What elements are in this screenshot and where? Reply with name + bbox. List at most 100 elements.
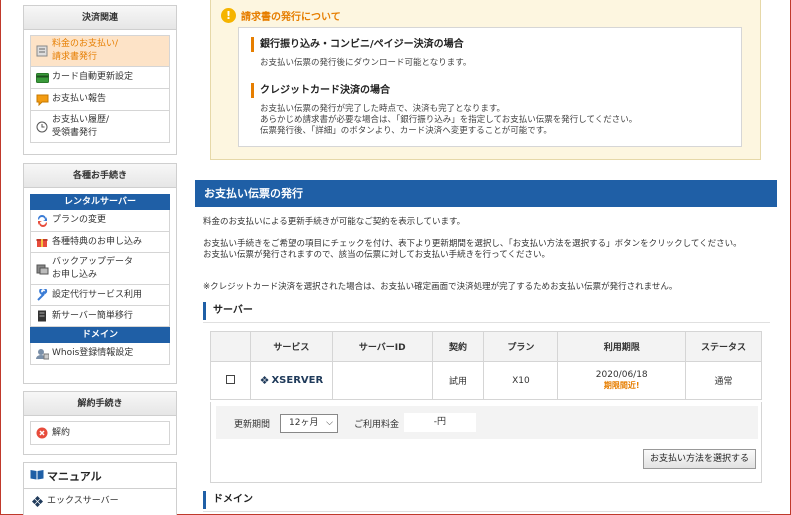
procedures-panel-header: 各種お手続き xyxy=(24,164,176,188)
rental-server-menu: プランの変更 各種特典のお申し込み バックアップデータ お申し込み 設定代行サー… xyxy=(30,210,170,327)
contract-cell: 試用 xyxy=(431,361,485,400)
col-service: サービス xyxy=(249,331,333,362)
sidebar-item-label: 料金のお支払い/ 請求書発行 xyxy=(52,39,119,62)
sidebar-item-backup[interactable]: バックアップデータ お申し込み xyxy=(31,252,169,284)
divider xyxy=(203,322,770,323)
renew-period-value: 12ヶ月 xyxy=(289,418,319,428)
col-status: ステータス xyxy=(685,331,762,362)
gift-icon xyxy=(35,235,49,249)
notice-inner: 銀行振り込み・コンビニ/ペイジー決済の場合 お支払い伝票の発行後にダウンロード可… xyxy=(238,27,742,147)
fee-value: -円 xyxy=(404,413,476,432)
table-header-row: サービス サーバーID 契約 プラン 利用期限 ステータス xyxy=(210,331,762,362)
book-icon xyxy=(30,469,44,483)
server-icon xyxy=(35,309,49,323)
notice-section-heading: 銀行振り込み・コンビニ/ペイジー決済の場合 xyxy=(251,37,471,52)
sidebar-item-cancel[interactable]: 解約 xyxy=(31,422,169,444)
divider xyxy=(203,511,770,512)
sidebar-item-setting-agent[interactable]: 設定代行サービス利用 xyxy=(31,284,169,305)
notice-section-body: お支払い伝票の発行後にダウンロード可能となります。 xyxy=(260,58,472,68)
row-checkbox[interactable] xyxy=(225,374,235,384)
col-expiry: 利用期限 xyxy=(557,331,687,362)
server-section-heading: サーバー xyxy=(203,302,253,320)
procedures-panel: 各種お手続き レンタルサーバー プランの変更 各種特典のお申し込み バックアップ… xyxy=(23,163,177,384)
clock-icon xyxy=(35,120,49,134)
table-row: ❖ XSERVER 試用 X10 2020/06/18 期限間近! 通常 xyxy=(210,361,762,400)
cancel-menu: 解約 xyxy=(30,421,170,445)
cancel-panel: 解約手続き 解約 xyxy=(23,391,177,455)
sidebar-item-label: 設定代行サービス利用 xyxy=(52,289,143,300)
server-table: サービス サーバーID 契約 プラン 利用期限 ステータス ❖ XSERVER 試… xyxy=(210,331,762,400)
sidebar-item-payment-report[interactable]: お支払い報告 xyxy=(31,88,169,110)
sidebar-item-label: バックアップデータ お申し込み xyxy=(52,256,134,280)
sidebar-item-benefits[interactable]: 各種特典のお申し込み xyxy=(31,231,169,252)
notice-title-text: 請求書の発行について xyxy=(241,12,341,23)
sidebar-item-label: エックスサーバー xyxy=(47,495,119,506)
xserver-diamond-icon xyxy=(30,494,44,508)
domain-section-heading: ドメイン xyxy=(203,491,253,509)
col-checkbox xyxy=(210,331,251,362)
sidebar-item-label: 解約 xyxy=(52,427,71,438)
manual-panel: マニュアル エックスサーバー xyxy=(23,462,177,515)
exclamation-icon: ! xyxy=(221,8,236,23)
cancel-panel-header: 解約手続き xyxy=(24,392,176,416)
renewal-band: 更新期間 12ヶ月 ⌵ ご利用料金 -円 xyxy=(216,406,758,439)
whois-user-icon xyxy=(35,347,49,361)
credit-note-text: ※クレジットカード決済を選択された場合は、お支払い確定画面で決済処理が完了するた… xyxy=(203,282,678,292)
rental-server-subheader: レンタルサーバー xyxy=(30,194,170,210)
sidebar-item-label: プランの変更 xyxy=(52,215,107,225)
sidebar-item-label: お支払い報告 xyxy=(52,94,107,104)
renewal-panel: 更新期間 12ヶ月 ⌵ ご利用料金 -円 お支払い方法を選択する xyxy=(210,402,762,483)
report-icon xyxy=(35,93,49,107)
sidebar-item-xserver-manual[interactable]: エックスサーバー xyxy=(24,489,176,513)
server-id-cell xyxy=(331,361,433,400)
domain-subheader: ドメイン xyxy=(30,327,170,343)
manual-header-label: マニュアル xyxy=(47,469,102,483)
sidebar-item-server-migration[interactable]: 新サーバー簡単移行 xyxy=(31,305,169,326)
notice-section-credit: クレジットカード決済の場合 お支払い伝票の発行が完了した時点で、決済も完了となり… xyxy=(251,83,637,137)
notice-title: ! 請求書の発行について xyxy=(221,8,341,23)
credit-card-icon xyxy=(35,71,49,85)
xserver-diamond-icon: ❖ xyxy=(259,374,270,387)
service-name: XSERVER xyxy=(271,375,324,386)
sidebar-item-billing[interactable]: 料金のお支払い/ 請求書発行 xyxy=(31,36,169,66)
invoice-notice: ! 請求書の発行について 銀行振り込み・コンビニ/ペイジー決済の場合 お支払い伝… xyxy=(210,0,761,160)
page-title: お支払い伝票の発行 xyxy=(195,180,777,207)
wrench-icon xyxy=(35,288,49,302)
expiry-date: 2020/06/18 xyxy=(595,370,648,380)
fee-label: ご利用料金 xyxy=(354,420,400,430)
xserver-logo: ❖ XSERVER xyxy=(260,374,324,387)
row-checkbox-cell[interactable] xyxy=(210,361,251,400)
notice-section-bank: 銀行振り込み・コンビニ/ペイジー決済の場合 お支払い伝票の発行後にダウンロード可… xyxy=(251,37,471,69)
select-payment-method-button[interactable]: お支払い方法を選択する xyxy=(642,449,756,469)
chevron-down-icon: ⌵ xyxy=(326,418,333,428)
sidebar-item-label: カード自動更新設定 xyxy=(52,72,134,82)
cancel-icon xyxy=(35,426,49,440)
payment-menu: 料金のお支払い/ 請求書発行 カード自動更新設定 お支払い報告 お支払い履歴/ … xyxy=(30,35,170,143)
sidebar-item-label: お支払い履歴/ 受領書発行 xyxy=(52,114,110,138)
sidebar-item-label: 新サーバー簡単移行 xyxy=(52,310,133,321)
sidebar-item-card-auto-renew[interactable]: カード自動更新設定 xyxy=(31,66,169,88)
renew-period-label: 更新期間 xyxy=(234,420,271,430)
instructions-text: お支払い手続きをご希望の項目にチェックを付け、表下より更新期間を選択し、「お支払… xyxy=(203,239,742,260)
domain-menu: Whois登録情報設定 xyxy=(30,343,170,365)
notice-section-heading: クレジットカード決済の場合 xyxy=(251,83,637,98)
col-server-id: サーバーID xyxy=(331,331,433,362)
plan-cell: X10 xyxy=(483,361,559,400)
sidebar-item-label: Whois登録情報設定 xyxy=(52,348,134,358)
bill-icon xyxy=(35,44,49,58)
sidebar-item-whois[interactable]: Whois登録情報設定 xyxy=(31,343,169,364)
expiry-warning: 期限間近! xyxy=(603,381,640,390)
intro-text: 料金のお支払いによる更新手続きが可能なご契約を表示しています。 xyxy=(203,217,466,227)
col-plan: プラン xyxy=(483,331,559,362)
col-contract: 契約 xyxy=(431,331,485,362)
service-cell: ❖ XSERVER xyxy=(249,361,333,400)
payment-panel-header: 決済関連 xyxy=(24,6,176,30)
notice-section-body: お支払い伝票の発行が完了した時点で、決済も完了となります。 あらかじめ請求書が必… xyxy=(260,104,638,136)
payment-panel: 決済関連 料金のお支払い/ 請求書発行 カード自動更新設定 お支払い報告 お支払… xyxy=(23,5,177,155)
renew-period-select[interactable]: 12ヶ月 ⌵ xyxy=(280,414,338,433)
sidebar-item-payment-history[interactable]: お支払い履歴/ 受領書発行 xyxy=(31,110,169,142)
status-cell: 通常 xyxy=(685,361,762,400)
expiry-cell: 2020/06/18 期限間近! xyxy=(557,361,687,400)
manual-panel-header: マニュアル xyxy=(24,463,176,489)
sidebar-item-plan-change[interactable]: プランの変更 xyxy=(31,210,169,231)
